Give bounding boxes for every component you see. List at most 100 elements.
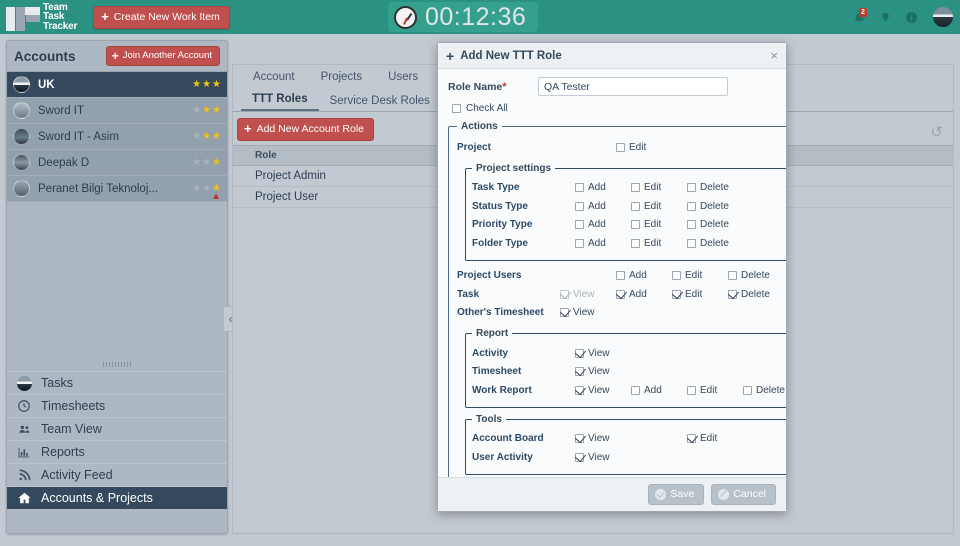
folder-type-delete-checkbox[interactable] [687, 238, 696, 248]
other-s-timesheet-view-checkbox[interactable] [560, 308, 569, 318]
add-new-account-role-button[interactable]: + Add New Account Role [237, 118, 374, 141]
star-icon: ★ [212, 104, 221, 116]
user-activity-view-checkbox[interactable] [575, 452, 584, 462]
tab-ttt-roles[interactable]: TTT Roles [241, 90, 319, 111]
tips-button[interactable] [880, 10, 891, 25]
notification-badge: 2 [859, 7, 867, 17]
tab-account[interactable]: Account [241, 67, 307, 87]
other-s-timesheet-view-cell[interactable]: View [560, 307, 616, 318]
account-board-view-cell[interactable]: View [575, 433, 631, 444]
account-row[interactable]: Sword IT - Asim ★ ★ ★ [7, 124, 227, 150]
sidebar-item-activity-feed[interactable]: Activity Feed [7, 463, 227, 486]
refresh-icon[interactable]: ↺ [930, 123, 943, 141]
sidebar-item-accounts-projects[interactable]: Accounts & Projects [7, 486, 227, 509]
task-view-cell[interactable]: View [560, 289, 616, 300]
status-type-delete-label: Delete [700, 200, 729, 212]
check-all-row[interactable]: Check All [452, 103, 776, 114]
plus-icon: + [446, 47, 455, 64]
project-users-delete-checkbox[interactable] [728, 271, 737, 281]
task-edit-checkbox[interactable] [672, 289, 681, 299]
role-name-input[interactable] [538, 77, 728, 96]
task-type-delete-checkbox[interactable] [687, 183, 696, 193]
account-row[interactable]: UK ★ ★ ★ [7, 72, 227, 98]
task-type-delete-label: Delete [700, 182, 729, 194]
add-role-modal: + Add New TTT Role × Role Name* Check Al… [437, 42, 787, 512]
project-edit-checkbox[interactable] [616, 142, 625, 152]
sidebar-item-team-view[interactable]: Team View [7, 417, 227, 440]
user-avatar[interactable] [932, 6, 954, 28]
task-add-cell[interactable]: Add [616, 289, 672, 300]
priority-type-edit-checkbox[interactable] [631, 220, 640, 230]
project-users-edit-checkbox[interactable] [672, 271, 681, 281]
work-report-view-checkbox[interactable] [575, 385, 584, 395]
folder-type-add-checkbox[interactable] [575, 238, 584, 248]
task-type-edit-checkbox[interactable] [631, 183, 640, 193]
user-activity-view-cell[interactable]: View [575, 452, 631, 463]
priority-type-add-checkbox[interactable] [575, 220, 584, 230]
work-report-edit-checkbox[interactable] [687, 385, 696, 395]
account-row[interactable]: Sword IT ★ ★ ★ [7, 98, 227, 124]
project-edit-cell[interactable]: Edit [616, 142, 672, 153]
folder-type-edit-checkbox[interactable] [631, 238, 640, 248]
plus-icon: + [111, 48, 119, 63]
task-type-delete-cell[interactable]: Delete [687, 182, 743, 193]
work-report-delete-cell[interactable]: Delete [743, 385, 786, 396]
task-view-checkbox[interactable] [560, 289, 569, 299]
task-add-checkbox[interactable] [616, 289, 625, 299]
tab-users[interactable]: Users [376, 67, 430, 87]
status-type-delete-cell[interactable]: Delete [687, 201, 743, 212]
activity-view-cell[interactable]: View [575, 348, 631, 359]
timesheet-view-checkbox[interactable] [575, 367, 584, 377]
priority-type-edit-cell[interactable]: Edit [631, 219, 687, 230]
report-fieldset: Report Activity View Timesheet View Work Rep… [465, 328, 786, 408]
folder-type-add-cell[interactable]: Add [575, 238, 631, 249]
task-type-add-checkbox[interactable] [575, 183, 584, 193]
check-all-checkbox[interactable] [452, 104, 461, 113]
work-report-add-cell[interactable]: Add [631, 385, 687, 396]
task-delete-cell[interactable]: Delete [728, 289, 784, 300]
project-users-add-checkbox[interactable] [616, 271, 625, 281]
task-edit-cell[interactable]: Edit [672, 289, 728, 300]
task-type-edit-cell[interactable]: Edit [631, 182, 687, 193]
work-report-add-checkbox[interactable] [631, 385, 640, 395]
account-board-edit-cell[interactable]: Edit [687, 433, 743, 444]
work-report-view-cell[interactable]: View [575, 385, 631, 396]
join-another-account-button[interactable]: + Join Another Account [105, 46, 220, 66]
priority-type-add-cell[interactable]: Add [575, 219, 631, 230]
priority-type-delete-cell[interactable]: Delete [687, 219, 743, 230]
account-row[interactable]: Peranet Bilgi Teknoloj... ★ ★ ★ ▲ [7, 176, 227, 202]
tab-service-desk-roles[interactable]: Service Desk Roles [319, 92, 441, 111]
status-type-edit-cell[interactable]: Edit [631, 201, 687, 212]
sidebar-item-tasks[interactable]: Tasks [7, 371, 227, 394]
notifications-button[interactable]: 2 [853, 7, 867, 25]
work-report-delete-checkbox[interactable] [743, 385, 752, 395]
project-users-edit-cell[interactable]: Edit [672, 270, 728, 281]
status-type-add-checkbox[interactable] [575, 201, 584, 211]
task-type-add-cell[interactable]: Add [575, 182, 631, 193]
status-type-edit-checkbox[interactable] [631, 201, 640, 211]
save-button[interactable]: Save [648, 484, 705, 505]
panel-resize-handle[interactable] [7, 359, 227, 369]
project-users-delete-cell[interactable]: Delete [728, 270, 784, 281]
cancel-button[interactable]: Cancel [711, 484, 776, 505]
status-type-delete-checkbox[interactable] [687, 201, 696, 211]
create-new-work-item-button[interactable]: + Create New Work Item [93, 5, 230, 29]
activity-view-checkbox[interactable] [575, 348, 584, 358]
close-icon[interactable]: × [770, 49, 778, 62]
timesheet-view-cell[interactable]: View [575, 366, 631, 377]
priority-type-delete-checkbox[interactable] [687, 220, 696, 230]
task-delete-checkbox[interactable] [728, 289, 737, 299]
tab-projects[interactable]: Projects [309, 67, 375, 87]
account-board-edit-checkbox[interactable] [687, 434, 696, 444]
account-row[interactable]: Deepak D ★ ★ ★ [7, 150, 227, 176]
account-board-view-checkbox[interactable] [575, 434, 584, 444]
sidebar-item-timesheets[interactable]: Timesheets [7, 394, 227, 417]
sidebar-item-reports[interactable]: Reports [7, 440, 227, 463]
timer-widget[interactable]: 00:12:36 [388, 2, 539, 32]
folder-type-edit-cell[interactable]: Edit [631, 238, 687, 249]
folder-type-delete-cell[interactable]: Delete [687, 238, 743, 249]
info-button[interactable] [905, 11, 918, 24]
work-report-edit-cell[interactable]: Edit [687, 385, 743, 396]
status-type-add-cell[interactable]: Add [575, 201, 631, 212]
project-users-add-cell[interactable]: Add [616, 270, 672, 281]
